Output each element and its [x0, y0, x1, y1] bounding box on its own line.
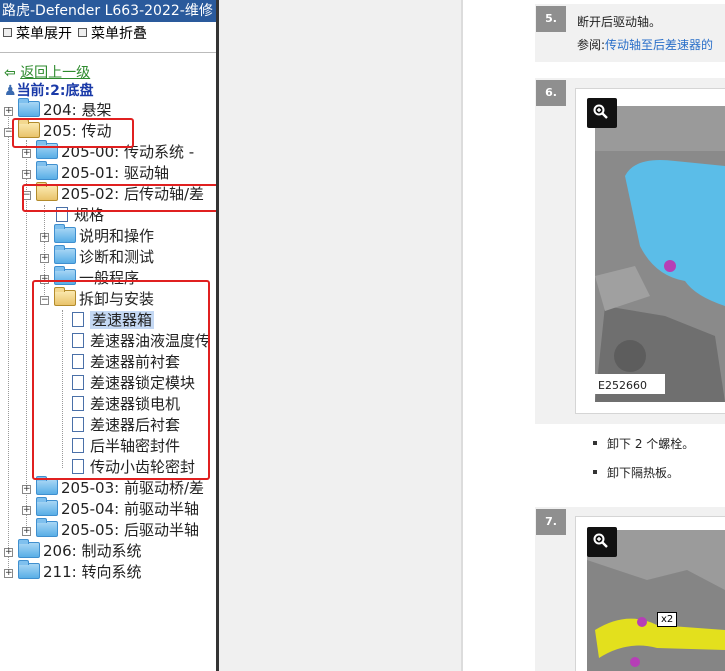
magnify-plus-icon	[593, 533, 608, 548]
zoom-button[interactable]	[587, 527, 617, 557]
callout-label: x2	[657, 612, 678, 627]
magnify-plus-icon	[593, 104, 608, 119]
collapse-icon	[78, 28, 87, 37]
menu-expand-button[interactable]: 菜单展开	[3, 25, 72, 43]
folder-icon	[36, 497, 58, 516]
current-node-label: ♟当前:2:底盘	[4, 83, 94, 99]
expand-toggle-icon[interactable]: +	[4, 548, 13, 557]
folder-icon	[36, 518, 58, 537]
differential-photo	[595, 106, 725, 402]
expand-toggle-icon[interactable]: +	[4, 107, 13, 116]
person-icon: ♟	[4, 83, 17, 99]
step-number: 7.	[536, 509, 566, 535]
step-5-text: 断开后驱动轴。	[577, 15, 662, 29]
tree-node-205-03[interactable]: + 205-03: 前驱动桥/差	[20, 476, 204, 499]
step-6-bullet: 卸下隔热板。	[592, 466, 680, 480]
expand-toggle-icon[interactable]: +	[22, 485, 31, 494]
menu-collapse-label: 菜单折叠	[91, 26, 147, 42]
reference-link[interactable]: 传动轴至后差速器的	[605, 38, 713, 52]
figure-id: E252660	[596, 379, 649, 392]
back-link-text[interactable]: 返回上一级	[20, 65, 90, 81]
divider	[0, 52, 216, 53]
tree-line	[8, 108, 9, 574]
folder-icon	[18, 98, 40, 117]
tree-node-205-04[interactable]: + 205-04: 前驱动半轴	[20, 497, 199, 520]
expand-toggle-icon[interactable]: +	[22, 170, 31, 179]
tree-node-desc[interactable]: + 说明和操作	[38, 224, 154, 247]
expand-toggle-icon[interactable]: +	[22, 527, 31, 536]
gutter	[219, 0, 461, 671]
expand-toggle-icon[interactable]: +	[4, 569, 13, 578]
folder-icon	[18, 539, 40, 558]
expand-icon	[3, 28, 12, 37]
folder-icon	[54, 245, 76, 264]
tree-node-205-01[interactable]: + 205-01: 驱动轴	[20, 161, 169, 184]
back-link[interactable]: ⇦ 返回上一级	[4, 62, 90, 82]
tree-node-diag[interactable]: + 诊断和测试	[38, 245, 154, 268]
folder-icon	[54, 224, 76, 243]
folder-icon	[36, 161, 58, 180]
nav-pane: 路虎-Defender L663-2022-维修 菜单展开 菜单折叠 ⇦ 返回上…	[0, 0, 216, 671]
tree-node-205-05[interactable]: + 205-05: 后驱动半轴	[20, 518, 199, 541]
step-number: 5.	[536, 6, 566, 32]
folder-icon	[36, 476, 58, 495]
tree-node-206[interactable]: + 206: 制动系统	[2, 539, 141, 562]
menu-expand-label: 菜单展开	[16, 26, 72, 42]
step-6-bullet: 卸下 2 个螺栓。	[592, 437, 695, 451]
highlight-box-removal	[32, 280, 210, 480]
highlight-box-205	[12, 118, 134, 148]
highlight-box-205-02	[22, 184, 216, 212]
window-title: 路虎-Defender L663-2022-维修	[0, 0, 216, 22]
tree-node-211[interactable]: + 211: 转向系统	[2, 560, 141, 583]
expand-toggle-icon[interactable]: +	[22, 149, 31, 158]
expand-toggle-icon[interactable]: +	[40, 233, 49, 242]
zoom-button[interactable]	[587, 98, 617, 128]
figure-image[interactable]	[595, 106, 725, 402]
back-arrow-icon: ⇦	[4, 65, 16, 81]
step-5-reference: 参阅:传动轴至后差速器的	[577, 38, 714, 52]
step-number: 6.	[536, 80, 566, 106]
content-pane: 5. 断开后驱动轴。 参阅:传动轴至后差速器的 6. E252660 卸下 2 …	[463, 0, 725, 671]
menu-collapse-button[interactable]: 菜单折叠	[78, 25, 147, 43]
folder-icon	[18, 560, 40, 579]
expand-toggle-icon[interactable]: +	[40, 254, 49, 263]
expand-toggle-icon[interactable]: +	[22, 506, 31, 515]
